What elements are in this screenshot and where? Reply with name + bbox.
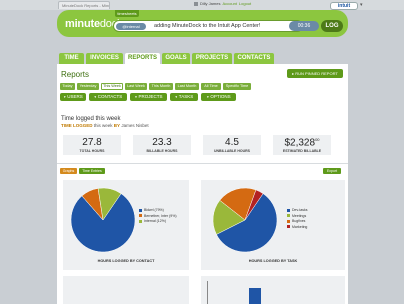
- tab-invoices[interactable]: INVOICES: [86, 53, 123, 64]
- user-links: Dilly James Account Logout: [194, 1, 251, 6]
- lower-chart-panel-left: [63, 276, 189, 304]
- timer-display[interactable]: 00:36: [289, 21, 319, 31]
- date-tab-last-week[interactable]: Last Week: [125, 83, 147, 90]
- task-chart-panel: Dev-tasks Meetings Bugfixes Marketing HO…: [201, 180, 345, 270]
- chevron-down-icon: ▼: [174, 95, 178, 99]
- contact-chart-title: HOURS LOGGED BY CONTACT: [97, 259, 155, 263]
- date-tab-last-month[interactable]: Last Month: [175, 83, 199, 90]
- legend-item: Meetings: [287, 214, 308, 218]
- tab-goals[interactable]: GOALS: [162, 53, 190, 64]
- bar-mark: [249, 288, 261, 304]
- time-entry-input[interactable]: @internal adding MinuteDock to the Intui…: [113, 20, 303, 32]
- chevron-down-icon[interactable]: ▾: [360, 2, 363, 8]
- tab-time[interactable]: TIME: [59, 53, 84, 64]
- browser-tab[interactable]: MinuteDock Reports - MinuteDock: [58, 1, 110, 9]
- summary-subtitle: TIME LOGGED this week BY James Nisbet: [61, 123, 149, 128]
- run-pinned-report-button[interactable]: ▸ RUN PINNED REPORT: [287, 69, 343, 78]
- timesheet-tab[interactable]: timesheets: [115, 10, 139, 17]
- legend-item: Marketing: [287, 225, 308, 229]
- graphs-button[interactable]: Graphs: [60, 168, 77, 174]
- bar-chart-axis: [207, 281, 219, 304]
- stat-unbillable-hours: 4.5 UNBILLABLE HOURS: [203, 135, 261, 155]
- legend-item: Bugfixes: [287, 219, 308, 223]
- page-title: Reports: [61, 70, 90, 79]
- date-tab-this-month[interactable]: This Month: [149, 83, 173, 90]
- legend-item: Dev-tasks: [287, 208, 308, 212]
- filter-contacts-button[interactable]: ▼CONTACTS: [89, 93, 127, 101]
- export-button[interactable]: Export: [323, 168, 341, 174]
- intuit-button[interactable]: intuit: [330, 2, 358, 10]
- date-tab-today[interactable]: Today: [60, 83, 75, 90]
- legend-item: Bernether, Inter (9%): [139, 214, 177, 218]
- header-bar: minutedock timesheets @internal adding M…: [57, 10, 348, 37]
- contact-chart-legend: Bidwrl (79%) Bernether, Inter (9%) Inter…: [139, 208, 177, 225]
- date-tab-specific-time[interactable]: Specific Time: [223, 83, 251, 90]
- stat-estimated-billable: $2,32800 ESTIMATED BILLABLE: [273, 135, 331, 155]
- chevron-down-icon: ▼: [63, 95, 67, 99]
- reports-panel: Reports ▸ RUN PINNED REPORT Today Yester…: [57, 64, 348, 304]
- lower-chart-panel-right: [201, 276, 345, 304]
- logout-link[interactable]: Logout: [239, 1, 251, 6]
- account-link[interactable]: Account: [222, 1, 236, 6]
- contact-chart-panel: Bidwrl (79%) Bernether, Inter (9%) Inter…: [63, 180, 189, 270]
- date-tab-this-week[interactable]: This Week: [101, 83, 123, 90]
- date-tab-all-time[interactable]: All Time: [201, 83, 221, 90]
- entry-text[interactable]: adding MinuteDock to the Intuit App Cent…: [154, 23, 260, 30]
- tab-contacts[interactable]: CONTACTS: [234, 53, 274, 64]
- summary-title: Time logged this week: [61, 116, 121, 122]
- task-chart-legend: Dev-tasks Meetings Bugfixes Marketing: [287, 208, 308, 230]
- filter-projects-button[interactable]: ▼PROJECTS: [130, 93, 167, 101]
- filter-tasks-button[interactable]: ▼TASKS: [170, 93, 198, 101]
- tab-reports[interactable]: REPORTS: [125, 53, 160, 64]
- filter-users-button[interactable]: ▼USERS: [60, 93, 86, 101]
- log-button[interactable]: LOG: [321, 20, 343, 32]
- task-chart-title: HOURS LOGGED BY TASK: [248, 259, 298, 263]
- time-entries-button[interactable]: Time Entries: [79, 168, 105, 174]
- stat-total-hours: 27.8 TOTAL HOURS: [63, 135, 121, 155]
- task-pie-chart: [212, 187, 278, 253]
- divider: [57, 163, 348, 164]
- legend-item: Bidwrl (79%): [139, 208, 177, 212]
- tab-projects[interactable]: PROJECTS: [192, 53, 232, 64]
- user-icon: [194, 1, 198, 6]
- chevron-down-icon: ▼: [206, 95, 210, 99]
- project-badge[interactable]: @internal: [116, 23, 146, 30]
- chevron-down-icon: ▼: [93, 95, 97, 99]
- date-tab-yesterday[interactable]: Yesterday: [77, 83, 99, 90]
- user-name: Dilly James: [200, 1, 221, 6]
- filter-options-button[interactable]: ▼OPTIONS: [201, 93, 236, 101]
- stat-billable-hours: 23.3 BILLABLE HOURS: [133, 135, 191, 155]
- legend-item: Internal (12%): [139, 219, 177, 223]
